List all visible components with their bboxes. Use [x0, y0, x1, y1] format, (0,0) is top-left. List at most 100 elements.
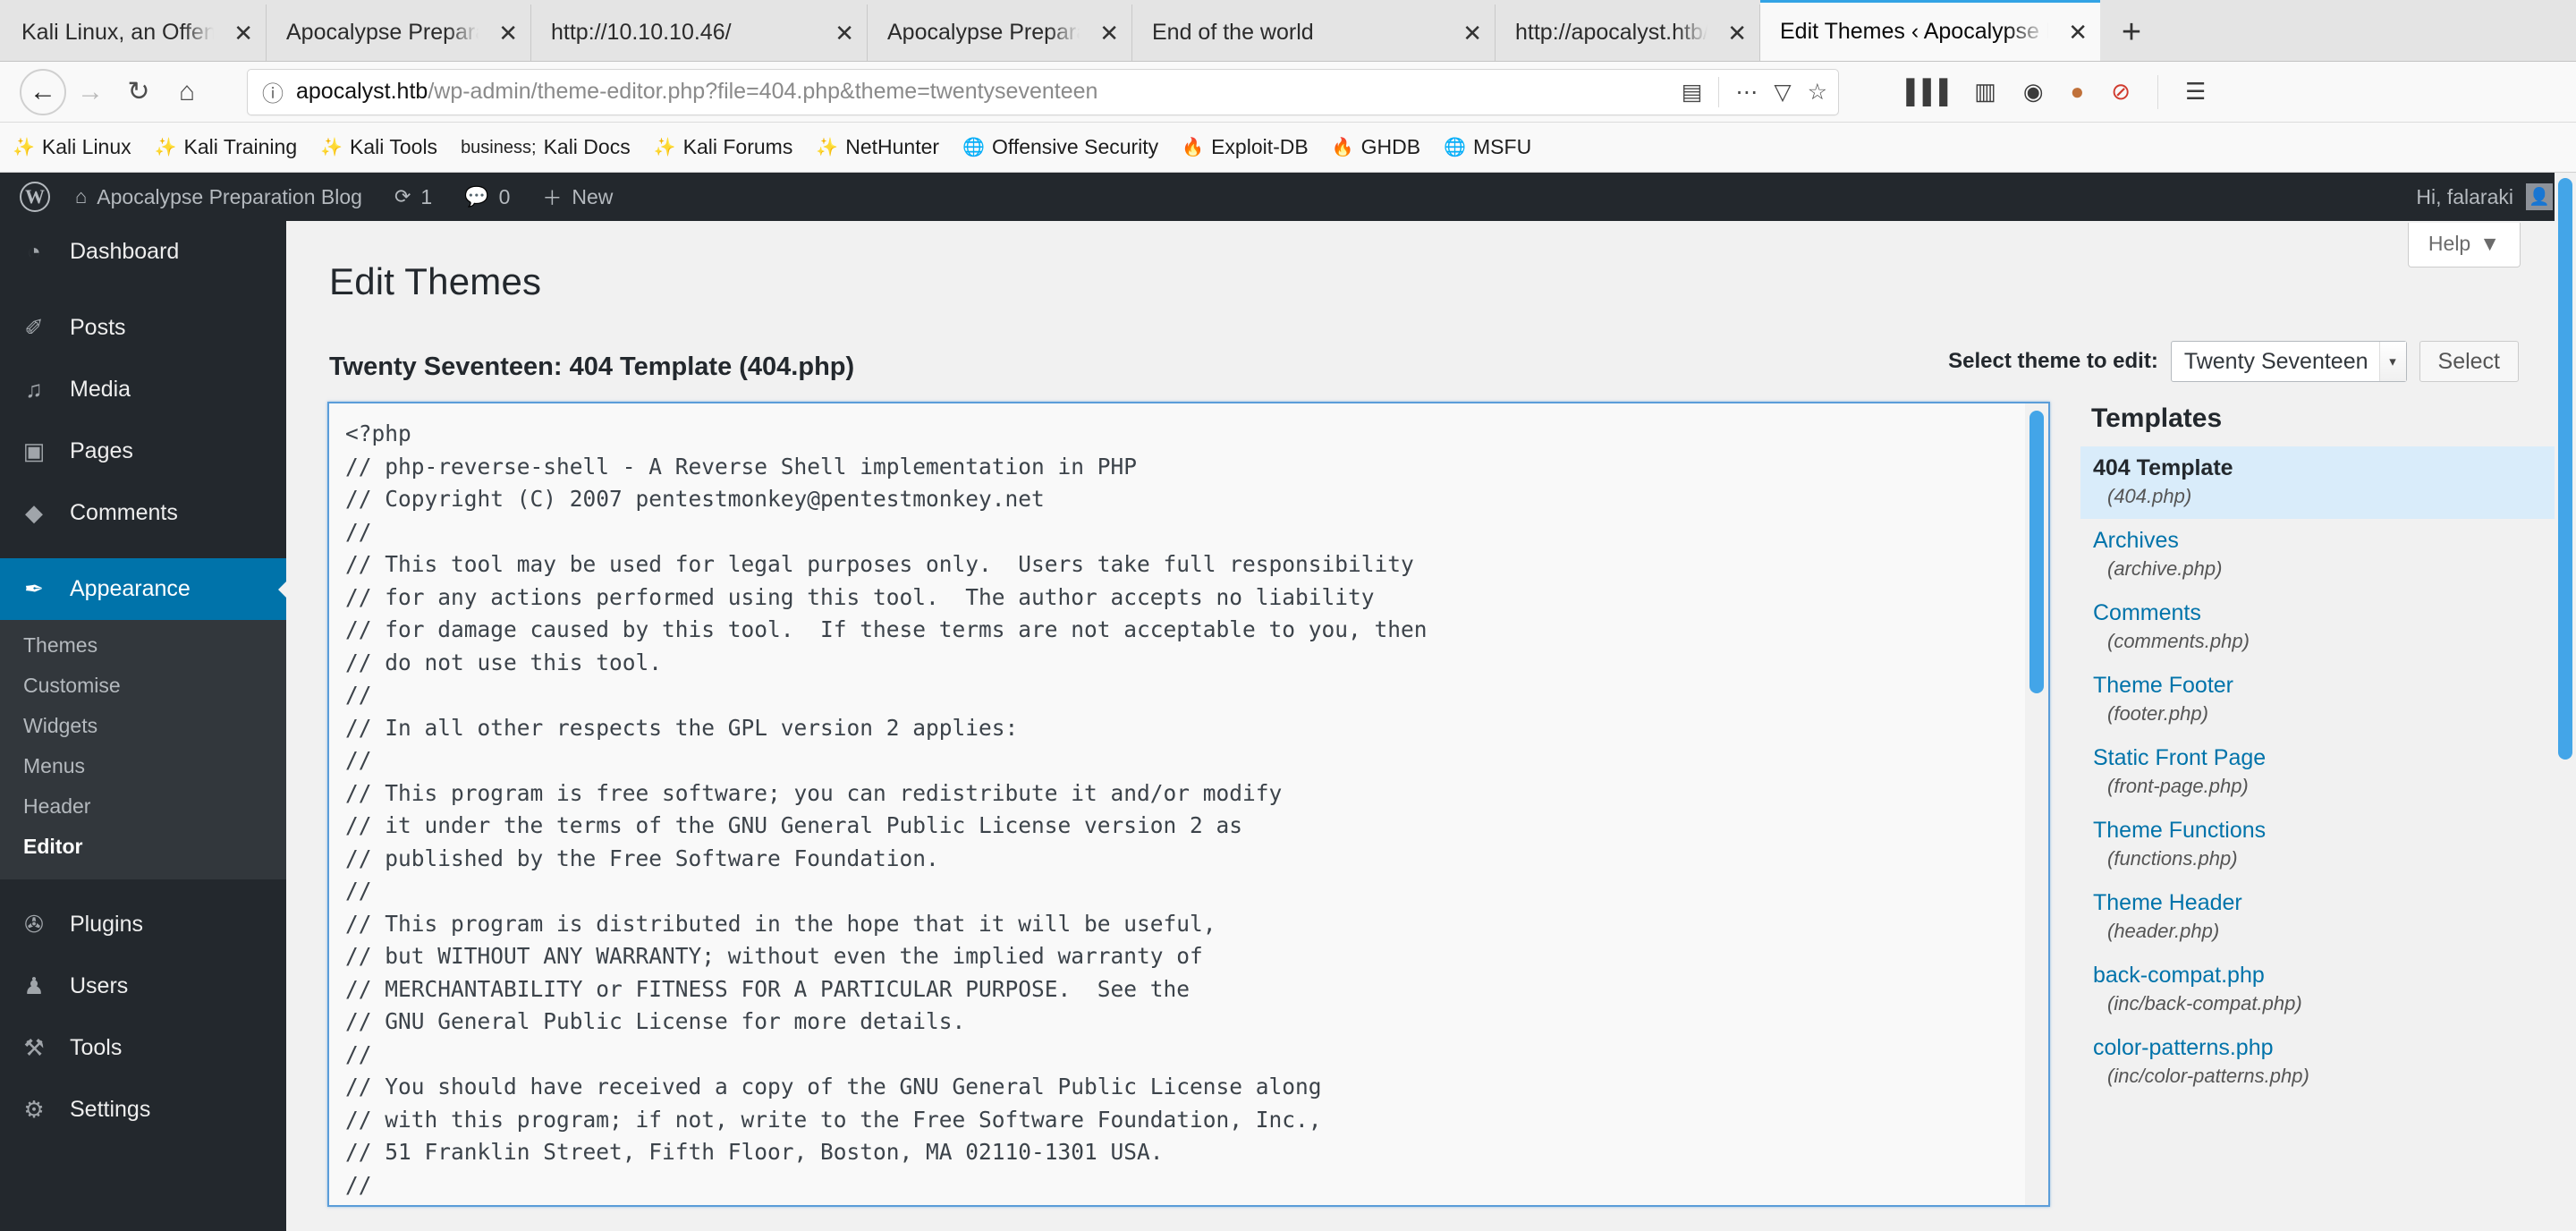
template-item-header[interactable]: Theme Header (header.php) [2080, 881, 2576, 954]
browser-tab-2[interactable]: http://10.10.10.46/ ✕ [531, 4, 868, 61]
tab-close-icon[interactable]: ✕ [835, 21, 854, 45]
tab-close-icon[interactable]: ✕ [2068, 21, 2088, 44]
updates-button[interactable]: ⟳ 1 [378, 173, 448, 221]
noscript-extension-icon[interactable]: ⊘ [2111, 78, 2131, 106]
submenu-item-widgets[interactable]: Widgets [0, 706, 286, 746]
code-editor-scrollbar-thumb[interactable] [2029, 411, 2044, 693]
sidebar-item-appearance[interactable]: ✒ Appearance [0, 558, 287, 620]
plus-icon: ＋ [542, 187, 563, 209]
tab-close-icon[interactable]: ✕ [233, 21, 253, 45]
library-icon[interactable]: ▐▐▐ [1898, 78, 1947, 106]
code-editor-textarea[interactable]: <?php // php-reverse-shell - A Reverse S… [329, 403, 2048, 1205]
bookmark-ghdb[interactable]: 🔥 GHDB [1332, 135, 1420, 159]
template-name: back-compat.php [2093, 963, 2265, 988]
page-scrollbar-thumb[interactable] [2558, 178, 2572, 760]
template-item-back-compat[interactable]: back-compat.php (inc/back-compat.php) [2080, 954, 2576, 1026]
template-item-footer[interactable]: Theme Footer (footer.php) [2080, 664, 2576, 736]
tab-close-icon[interactable]: ✕ [498, 21, 518, 45]
address-bar-icons: ▤ ⋯ ▽ ☆ [1682, 76, 1827, 107]
sidebar-item-posts[interactable]: ✐ Posts [0, 297, 286, 359]
browser-window: Kali Linux, an Offensive Sec ✕ Apocalyps… [0, 0, 2576, 1231]
submenu-item-header[interactable]: Header [0, 786, 286, 827]
browser-tab-4[interactable]: End of the world ✕ [1132, 4, 1496, 61]
updates-icon: ⟳ [394, 185, 411, 208]
bookmark-exploit-db[interactable]: 🔥 Exploit-DB [1182, 135, 1309, 159]
sidebar-item-tools[interactable]: ⚒ Tools [0, 1017, 286, 1079]
editor-and-templates-row: <?php // php-reverse-shell - A Reverse S… [286, 402, 2576, 1207]
bookmark-msfu[interactable]: 🌐 MSFU [1444, 135, 1531, 159]
url-host: apocalyst.htb [296, 79, 428, 104]
comment-bubble-icon: 💬 [464, 185, 489, 208]
back-button-icon[interactable]: ← [20, 68, 66, 115]
submenu-item-customise[interactable]: Customise [0, 666, 286, 706]
templates-heading: Templates [2091, 403, 2223, 433]
bookmark-kali-linux[interactable]: ✨ Kali Linux [13, 135, 131, 159]
page-scrollbar[interactable] [2555, 173, 2576, 1231]
browser-tab-5[interactable]: http://apocalyst.htb/Righti ✕ [1496, 4, 1760, 61]
bookmark-kali-training[interactable]: ✨ Kali Training [155, 135, 297, 159]
sidebar-item-dashboard[interactable]: ◔ Dashboard [0, 221, 286, 283]
page-actions-icon[interactable]: ⋯ [1735, 79, 1758, 106]
submenu-item-menus[interactable]: Menus [0, 746, 286, 786]
sidebar-item-media[interactable]: ♫ Media [0, 359, 286, 420]
gear-icon: ⚙ [23, 1096, 45, 1123]
tab-close-icon[interactable]: ✕ [1462, 21, 1482, 45]
browser-tab-0[interactable]: Kali Linux, an Offensive Sec ✕ [2, 4, 267, 61]
media-icon: ♫ [25, 376, 43, 403]
sidebar-item-settings[interactable]: ⚙ Settings [0, 1079, 286, 1141]
sidebar-icon[interactable]: ▥ [1974, 78, 1996, 106]
reload-button-icon[interactable]: ↻ [114, 68, 163, 116]
template-item-front-page[interactable]: Static Front Page (front-page.php) [2080, 736, 2576, 809]
code-editor-scrollbar[interactable] [2025, 403, 2048, 1205]
submenu-item-editor[interactable]: Editor [0, 827, 286, 867]
bookmark-kali-forums[interactable]: ✨ Kali Forums [654, 135, 793, 159]
browser-tab-1[interactable]: Apocalypse Preparation Bl ✕ [267, 4, 531, 61]
tab-close-icon[interactable]: ✕ [1727, 21, 1747, 45]
site-name-button[interactable]: ⌂ Apocalypse Preparation Blog [59, 173, 378, 221]
new-content-button[interactable]: ＋ New [526, 173, 629, 221]
sidebar-item-label: Media [70, 377, 131, 402]
select-theme-button[interactable]: Select [2419, 341, 2519, 382]
comments-button[interactable]: 💬 0 [448, 173, 526, 221]
bookmark-star-icon[interactable]: ☆ [1808, 79, 1827, 106]
site-name-label: Apocalypse Preparation Blog [97, 184, 362, 208]
browser-tab-6-active[interactable]: Edit Themes ‹ Apocalypse F ✕ [1760, 0, 2100, 61]
appearance-submenu: Themes Customise Widgets Menus Header Ed… [0, 620, 286, 879]
forward-button-icon[interactable]: → [66, 68, 114, 116]
bookmark-offensive-security[interactable]: 🌐 Offensive Security [962, 135, 1158, 159]
address-bar[interactable]: ⓘ apocalyst.htb/wp-admin/theme-editor.ph… [247, 68, 1839, 115]
code-editor-container[interactable]: <?php // php-reverse-shell - A Reverse S… [327, 402, 2050, 1207]
bookmark-kali-tools[interactable]: ✨ Kali Tools [320, 135, 437, 159]
sidebar-item-pages[interactable]: ▣ Pages [0, 420, 286, 482]
bookmark-nethunter[interactable]: ✨ NetHunter [816, 135, 939, 159]
bookmark-kali-docs[interactable]: business; Kali Docs [461, 135, 631, 159]
sidebar-item-plugins[interactable]: ✇ Plugins [0, 894, 286, 955]
account-icon[interactable]: ◉ [2023, 78, 2044, 106]
hamburger-menu-icon[interactable]: ☰ [2185, 78, 2206, 106]
template-item-functions[interactable]: Theme Functions (functions.php) [2080, 809, 2576, 881]
browser-tab-3[interactable]: Apocalypse Preparation Bl ✕ [868, 4, 1132, 61]
template-item-404[interactable]: 404 Template (404.php) [2080, 446, 2576, 519]
my-account-button[interactable]: Hi, falaraki 👤 [2416, 183, 2576, 210]
reader-view-icon[interactable]: ▤ [1682, 79, 1703, 106]
template-name: Theme Functions [2093, 818, 2267, 843]
bookmark-label: Kali Docs [543, 135, 631, 158]
cookie-extension-icon[interactable]: ● [2071, 78, 2085, 106]
site-identity-icon[interactable]: ⓘ [262, 76, 284, 107]
sidebar-item-label: Pages [70, 438, 133, 463]
help-toggle-button[interactable]: Help ▼ [2407, 223, 2521, 267]
submenu-item-themes[interactable]: Themes [0, 625, 286, 666]
new-tab-button[interactable]: + [2100, 4, 2163, 61]
home-button-icon[interactable]: ⌂ [163, 68, 211, 116]
wp-logo-button[interactable]: W [0, 173, 59, 221]
theme-select-dropdown[interactable]: Twenty Seventeen ▾ [2170, 341, 2407, 382]
comment-icon: ◆ [25, 499, 43, 526]
pocket-icon[interactable]: ▽ [1774, 79, 1791, 106]
sidebar-item-comments[interactable]: ◆ Comments [0, 482, 286, 544]
sidebar-item-users[interactable]: ♟ Users [0, 955, 286, 1017]
template-item-archives[interactable]: Archives (archive.php) [2080, 519, 2576, 591]
menu-separator [0, 879, 286, 894]
tab-close-icon[interactable]: ✕ [1099, 21, 1119, 45]
template-item-comments[interactable]: Comments (comments.php) [2080, 591, 2576, 664]
template-item-color-patterns[interactable]: color-patterns.php (inc/color-patterns.p… [2080, 1026, 2576, 1099]
